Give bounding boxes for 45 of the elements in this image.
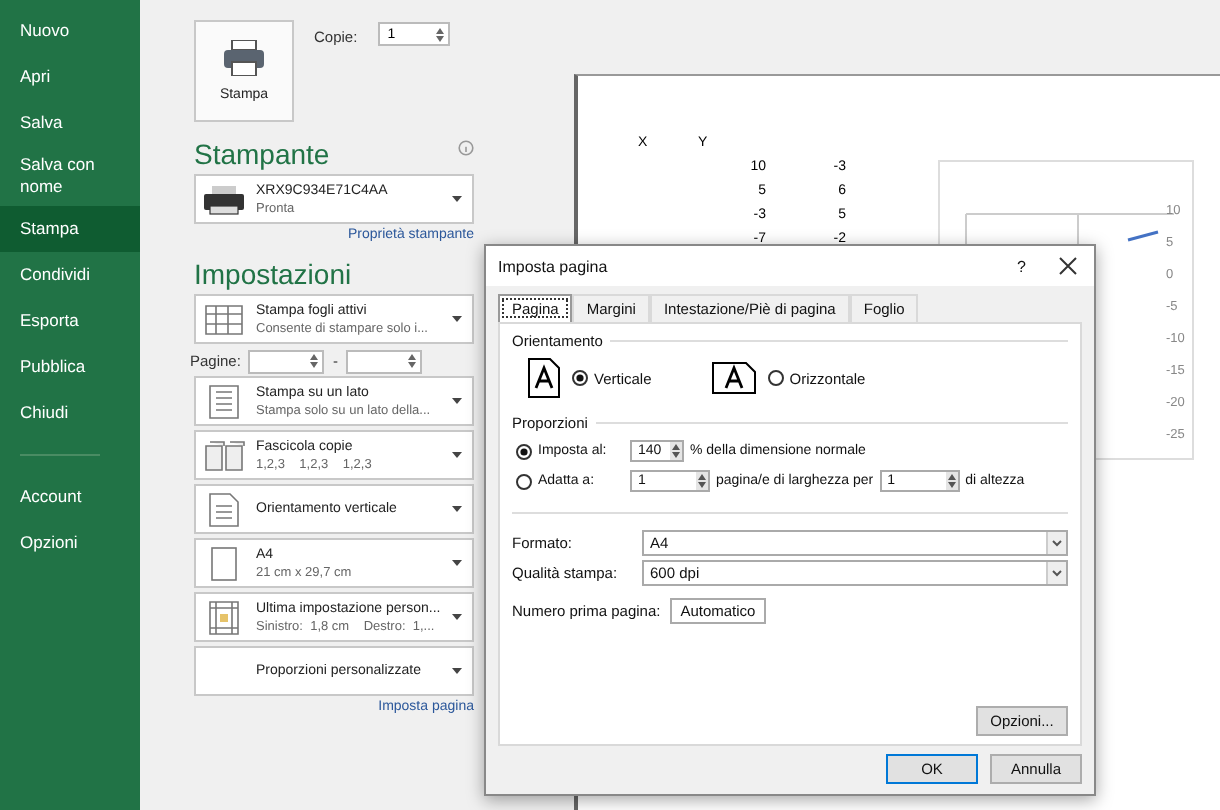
radio-button[interactable] bbox=[767, 370, 784, 386]
chevron-down-icon bbox=[1046, 532, 1066, 554]
menu-item[interactable]: Opzioni bbox=[0, 520, 140, 566]
menu-item[interactable]: Pubblica bbox=[0, 344, 140, 390]
menu-item[interactable]: Esporta bbox=[0, 298, 140, 344]
radio-button[interactable] bbox=[516, 473, 532, 489]
close-icon[interactable] bbox=[1058, 256, 1078, 276]
spin-arrows-icon bbox=[407, 354, 416, 368]
portrait-page-icon bbox=[528, 358, 560, 398]
caret-icon bbox=[452, 196, 462, 202]
info-icon bbox=[458, 140, 474, 156]
spin-arrows-icon bbox=[696, 472, 708, 490]
caret-icon bbox=[452, 668, 462, 674]
menu-item[interactable]: Salva con nome bbox=[0, 146, 140, 206]
spin-arrows-icon bbox=[945, 472, 958, 490]
collate-icon bbox=[200, 439, 248, 471]
menu-item[interactable]: Account bbox=[0, 474, 140, 520]
caret-icon bbox=[452, 452, 462, 458]
menu-item[interactable]: Apri bbox=[0, 54, 140, 100]
menu-item[interactable]: Stampa bbox=[0, 206, 140, 252]
grid-icon bbox=[200, 303, 248, 335]
spin-arrows-icon bbox=[435, 27, 444, 41]
menu-item[interactable]: Nuovo bbox=[0, 8, 140, 54]
caret-icon bbox=[452, 316, 462, 322]
landscape-page-icon bbox=[711, 362, 756, 394]
caret-icon bbox=[452, 614, 462, 620]
pages-to-spinner[interactable] bbox=[345, 349, 422, 373]
caret-icon bbox=[452, 560, 462, 566]
help-button[interactable]: ? bbox=[1017, 257, 1026, 275]
section-heading: Stampante bbox=[194, 138, 330, 170]
radio-button[interactable] bbox=[572, 370, 588, 386]
chevron-down-icon bbox=[1046, 562, 1066, 584]
spin-arrows-icon bbox=[310, 354, 319, 368]
menu-item[interactable]: Salva bbox=[0, 100, 140, 146]
dialog-title: Imposta pagina bbox=[498, 257, 608, 275]
caret-icon bbox=[452, 506, 462, 512]
printer-icon bbox=[222, 40, 266, 76]
pages-from-spinner[interactable] bbox=[248, 349, 325, 373]
caret-icon bbox=[452, 398, 462, 404]
menu-item[interactable]: Condividi bbox=[0, 252, 140, 298]
radio-button[interactable] bbox=[516, 443, 532, 459]
menu-item[interactable]: Chiudi bbox=[0, 390, 140, 436]
section-heading: Impostazioni bbox=[194, 258, 352, 290]
printer-icon bbox=[200, 183, 248, 215]
spin-arrows-icon bbox=[670, 442, 682, 460]
